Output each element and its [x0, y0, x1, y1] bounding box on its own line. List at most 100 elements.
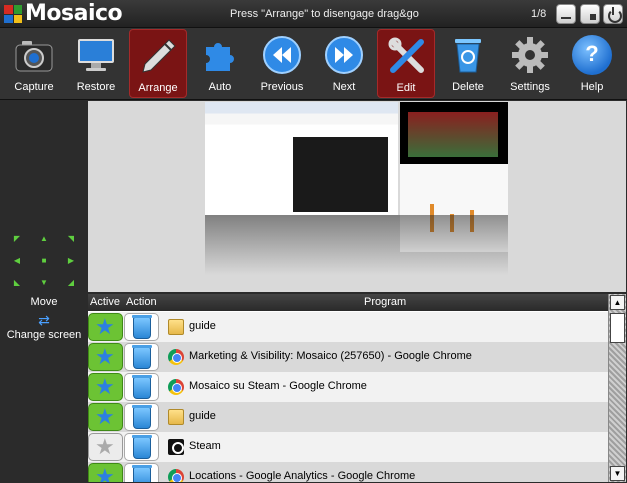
active-toggle[interactable]: ★ [88, 313, 123, 341]
move-down-right-button[interactable]: ◢ [60, 274, 82, 292]
table-row[interactable]: ★ guide [88, 402, 608, 432]
move-right-button[interactable]: ▶ [60, 252, 82, 270]
help-label: Help [580, 81, 604, 93]
remove-action-button[interactable] [124, 403, 159, 431]
change-screen-button[interactable]: ⇄ Change screen [2, 311, 86, 353]
program-name: Marketing & Visibility: Mosaico (257650)… [189, 350, 472, 362]
table-rows: ★ guide ★ Marketing & Visibility: Mosaic… [88, 312, 608, 482]
rewind-icon [262, 35, 302, 75]
active-toggle[interactable]: ★ [88, 463, 123, 482]
settings-button[interactable]: Settings [501, 29, 559, 98]
app-title: Mosaico [25, 1, 123, 26]
chrome-icon [168, 379, 184, 395]
program-name: guide [189, 410, 216, 422]
active-toggle[interactable]: ★ [88, 373, 123, 401]
fullscreen-button[interactable] [580, 4, 600, 24]
remove-action-button[interactable] [124, 373, 159, 401]
remove-action-button[interactable] [124, 463, 159, 482]
table-row[interactable]: ★ Marketing & Visibility: Mosaico (25765… [88, 342, 608, 372]
recycle-bin-icon [448, 35, 488, 75]
previous-label: Previous [260, 81, 304, 93]
move-down-left-button[interactable]: ◣ [6, 274, 28, 292]
move-up-button[interactable]: ▲ [33, 230, 55, 248]
steam-icon [168, 439, 184, 455]
table-row[interactable]: ★ guide [88, 312, 608, 342]
settings-label: Settings [510, 81, 550, 93]
recycle-bin-icon [132, 405, 152, 429]
puzzle-icon [200, 35, 240, 75]
recycle-bin-icon [132, 375, 152, 399]
program-name: Locations - Google Analytics - Google Ch… [189, 470, 416, 482]
active-toggle[interactable]: ★ [88, 433, 123, 461]
help-button[interactable]: ? Help [563, 29, 621, 98]
next-button[interactable]: Next [315, 29, 373, 98]
chrome-icon [168, 469, 184, 482]
pencil-icon [139, 36, 179, 76]
scroll-down-button[interactable]: ▼ [610, 466, 625, 481]
active-toggle[interactable]: ★ [88, 343, 123, 371]
power-button[interactable] [603, 4, 623, 24]
program-name: Mosaico su Steam - Google Chrome [189, 380, 367, 392]
move-center-button[interactable]: ■ [33, 252, 55, 270]
title-bar: Mosaico Press "Arrange" to disengage dra… [0, 0, 627, 28]
move-down-button[interactable]: ▼ [33, 274, 55, 292]
program-name: guide [189, 320, 216, 332]
monitor-icon [76, 35, 116, 75]
fast-forward-icon [324, 35, 364, 75]
move-dpad: ◤ ▲ ◥ ◀ ■ ▶ ◣ ▼ ◢ [6, 230, 82, 290]
status-hint: Press "Arrange" to disengage drag&go [230, 8, 419, 20]
table-row[interactable]: ★ Steam [88, 432, 608, 462]
scroll-up-button[interactable]: ▲ [610, 295, 625, 310]
minimize-button[interactable] [556, 4, 576, 24]
arrange-button[interactable]: Arrange [129, 29, 187, 98]
gear-icon [510, 35, 550, 75]
preview-reflection [205, 215, 508, 275]
active-toggle[interactable]: ★ [88, 403, 123, 431]
next-label: Next [332, 81, 356, 93]
move-left-button[interactable]: ◀ [6, 252, 28, 270]
star-icon: ★ [95, 434, 115, 459]
star-icon: ★ [95, 344, 115, 369]
restore-button[interactable]: Restore [67, 29, 125, 98]
preview-window-2[interactable] [400, 102, 508, 164]
delete-label: Delete [452, 81, 484, 93]
move-up-left-button[interactable]: ◤ [6, 230, 28, 248]
table-row[interactable]: ★ Locations - Google Analytics - Google … [88, 462, 608, 482]
arrange-label: Arrange [138, 82, 178, 94]
capture-button[interactable]: Capture [5, 29, 63, 98]
previous-button[interactable]: Previous [253, 29, 311, 98]
preview-window-1[interactable] [205, 102, 398, 215]
restore-label: Restore [76, 81, 116, 93]
scroll-thumb[interactable] [610, 313, 625, 343]
folder-icon [168, 409, 184, 425]
auto-button[interactable]: Auto [191, 29, 249, 98]
camera-icon [14, 35, 54, 75]
recycle-bin-icon [132, 315, 152, 339]
remove-action-button[interactable] [124, 343, 159, 371]
program-name: Steam [189, 440, 221, 452]
change-screen-label: Change screen [6, 329, 82, 341]
header-action: Action [126, 296, 157, 308]
table-row[interactable]: ★ Mosaico su Steam - Google Chrome [88, 372, 608, 402]
recycle-bin-icon [132, 435, 152, 459]
table-header: Active Action Program [88, 294, 608, 311]
star-icon: ★ [95, 374, 115, 399]
table-scrollbar[interactable]: ▲ ▼ [608, 294, 626, 482]
header-program: Program [364, 296, 407, 308]
recycle-bin-icon [132, 465, 152, 482]
delete-button[interactable]: Delete [439, 29, 497, 98]
page-indicator: 1/8 [531, 8, 547, 20]
remove-action-button[interactable] [124, 433, 159, 461]
edit-button[interactable]: Edit [377, 29, 435, 98]
remove-action-button[interactable] [124, 313, 159, 341]
mosaico-logo-icon [4, 5, 22, 23]
chrome-icon [168, 349, 184, 365]
star-icon: ★ [95, 404, 115, 429]
star-icon: ★ [95, 464, 115, 483]
move-up-right-button[interactable]: ◥ [60, 230, 82, 248]
swap-arrows-icon: ⇄ [38, 312, 50, 328]
star-icon: ★ [95, 314, 115, 339]
folder-icon [168, 319, 184, 335]
toolbar: Capture Restore Arrange Auto Previous Ne… [0, 28, 627, 100]
help-icon: ? [572, 35, 612, 75]
